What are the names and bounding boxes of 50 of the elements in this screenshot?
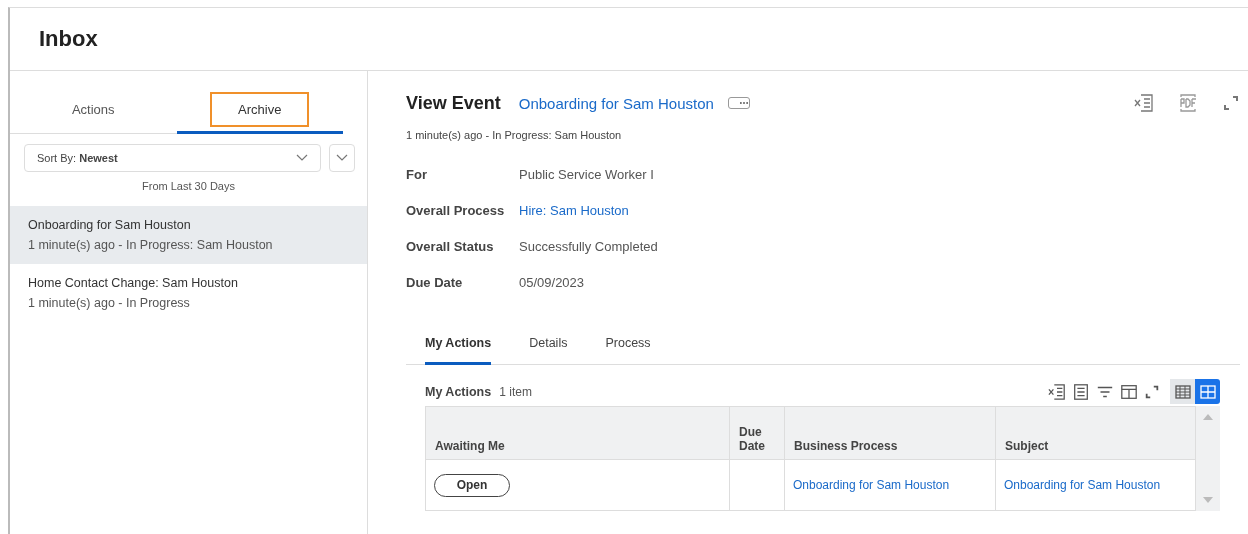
detail-tab[interactable]: My Actions bbox=[425, 322, 492, 365]
item-title: Home Contact Change: Sam Houston bbox=[28, 276, 239, 290]
chevron-icon bbox=[296, 154, 308, 162]
detail-tab[interactable]: Details bbox=[529, 322, 568, 365]
item-count: 1 item bbox=[499, 384, 532, 399]
event-heading: View Event bbox=[406, 92, 501, 114]
column-header: Due Date bbox=[729, 406, 785, 460]
table-title: My Actions bbox=[425, 384, 492, 399]
grid-view-button[interactable] bbox=[1195, 379, 1220, 404]
open-button[interactable]: Open bbox=[434, 473, 510, 497]
detail-tab[interactable]: Process bbox=[605, 322, 651, 365]
field-label: For bbox=[406, 167, 428, 182]
inbox-tab[interactable]: Actions bbox=[10, 88, 177, 134]
event-link[interactable]: Onboarding for Sam Houston bbox=[518, 94, 714, 112]
inbox-item[interactable]: Onboarding for Sam Houston 1 minute(s) ago - In Progress: Sam Houston bbox=[10, 206, 367, 264]
item-subtitle: 1 minute(s) ago - In Progress bbox=[28, 296, 191, 310]
grid-icon bbox=[1199, 383, 1216, 400]
highlight-frame: Actions bbox=[71, 102, 115, 117]
column-header: Subject bbox=[995, 406, 1196, 460]
sort-dropdown[interactable]: Sort By: Newest bbox=[24, 144, 321, 172]
columns-icon[interactable] bbox=[1120, 382, 1138, 401]
field-value: Successfully Completed bbox=[519, 239, 658, 254]
event-status: 1 minute(s) ago - In Progress: Sam Houston bbox=[406, 129, 623, 141]
expand-icon[interactable] bbox=[1222, 94, 1240, 112]
inbox-tab[interactable]: Archive bbox=[176, 88, 343, 134]
field-label: Overall Status bbox=[406, 239, 495, 254]
highlight-frame: Archive bbox=[210, 92, 310, 127]
table-view-button[interactable] bbox=[1170, 379, 1195, 404]
process-link[interactable]: Onboarding for Sam Houston bbox=[793, 478, 950, 492]
excel-export-icon[interactable] bbox=[1048, 382, 1066, 401]
date-range-note: From Last 30 Days bbox=[141, 180, 236, 192]
field-value: Public Service Worker I bbox=[519, 167, 655, 182]
more-button[interactable] bbox=[727, 97, 750, 109]
field-link[interactable]: Hire: Sam Houston bbox=[519, 203, 658, 218]
page-title: Inbox bbox=[39, 26, 98, 52]
column-header: Business Process bbox=[784, 406, 996, 460]
pdf-export-icon[interactable] bbox=[1178, 93, 1198, 113]
item-subtitle: 1 minute(s) ago - In Progress: Sam Houston bbox=[28, 238, 274, 252]
expand-icon[interactable] bbox=[1144, 383, 1160, 400]
field-label: Due Date bbox=[406, 275, 464, 290]
table-icon bbox=[1174, 383, 1191, 400]
chevron-icon bbox=[336, 154, 348, 162]
column-header: Awaiting Me bbox=[425, 406, 730, 460]
ellipsis-icon bbox=[738, 101, 749, 105]
item-title: Onboarding for Sam Houston bbox=[28, 218, 192, 232]
list-icon[interactable] bbox=[1072, 382, 1090, 401]
field-label: Overall Process bbox=[406, 203, 506, 218]
inbox-item[interactable]: Home Contact Change: Sam Houston 1 minute(s) ago - In Progress bbox=[10, 264, 367, 322]
field-value: 05/09/2023 bbox=[519, 275, 586, 290]
excel-export-icon[interactable] bbox=[1134, 93, 1154, 113]
